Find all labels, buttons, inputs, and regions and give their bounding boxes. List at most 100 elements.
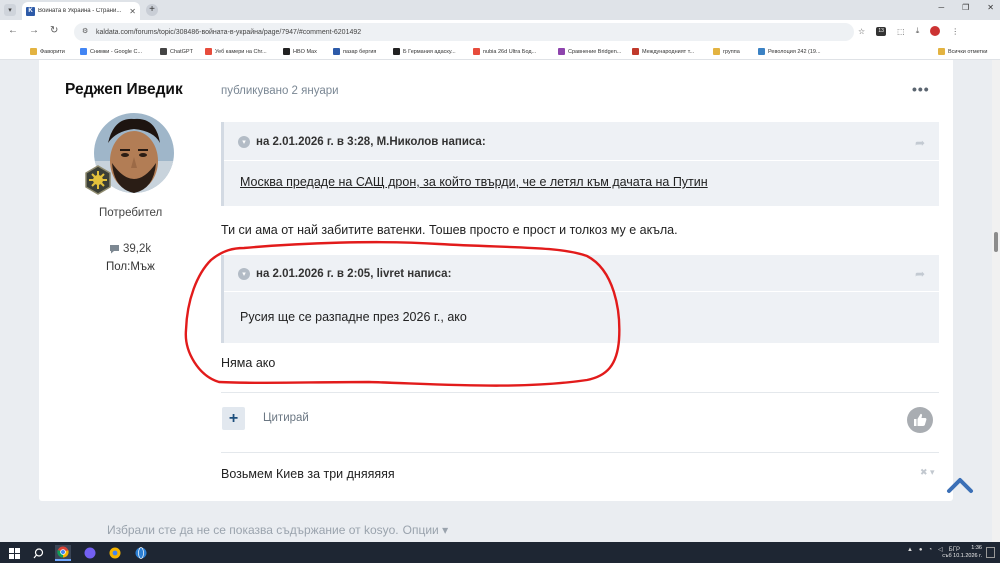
bookmark-label: Револоция 242 (19...: [768, 48, 821, 55]
bookmark-favicon-icon: [205, 48, 212, 55]
quote-header[interactable]: ▾ на 2.01.2026 г. в 2:05, livret написа:: [238, 265, 451, 283]
url-text: kaldata.com/forums/topic/308486-войната-…: [96, 28, 362, 36]
window-controls: ─ ❐ ✕: [938, 3, 994, 12]
site-favicon-icon: K: [26, 6, 35, 16]
bookmark-label: Уеб камери на Chr...: [215, 48, 267, 55]
bookmark-item[interactable]: пазар бергия: [333, 48, 376, 55]
bookmark-favicon-icon: [758, 48, 765, 55]
post-count[interactable]: 39,2k: [109, 243, 151, 255]
multiquote-button[interactable]: +: [222, 407, 245, 430]
bookmark-item[interactable]: Фаворити: [30, 48, 65, 55]
reload-icon[interactable]: ↻: [50, 25, 58, 36]
tab-search-icon[interactable]: ▾: [4, 4, 16, 16]
post-date[interactable]: публикувано 2 януари: [221, 85, 339, 97]
maximize-icon[interactable]: ❐: [962, 3, 969, 12]
notifications-icon[interactable]: [986, 547, 995, 558]
viber-app-icon[interactable]: [82, 545, 98, 561]
bookmark-item[interactable]: Снимки - Google С...: [80, 48, 142, 55]
more-options-icon[interactable]: •••: [912, 81, 930, 97]
signature-hide-icon[interactable]: ✖ ▾: [920, 467, 935, 478]
post-count-value: 39,2k: [123, 243, 152, 255]
bookmark-item[interactable]: группа: [713, 48, 740, 55]
bookmark-label: Фаворити: [40, 48, 65, 55]
bookmark-item[interactable]: nubia 26d Ultra Бод...: [473, 48, 536, 55]
quote-link[interactable]: Москва предаде на САЩ дрон, за който твъ…: [240, 175, 708, 189]
bookmark-label: группа: [723, 48, 740, 55]
bookmark-item[interactable]: Револоция 242 (19...: [758, 48, 821, 55]
quote-citation: на 2.01.2026 г. в 2:05, livret написа:: [256, 268, 452, 280]
chrome-app-icon[interactable]: [55, 545, 71, 561]
chevron-down-icon[interactable]: ▾: [238, 136, 250, 148]
quote-citation: на 2.01.2026 г. в 3:28, М.Николов написа…: [256, 136, 486, 148]
bookmark-favicon-icon: [160, 48, 167, 55]
extensions-icon[interactable]: ⬚: [897, 27, 905, 36]
back-to-top-icon[interactable]: [946, 475, 974, 495]
bookmark-item[interactable]: Б Германия адаску...: [393, 48, 456, 55]
bookmark-label: Снимки - Google С...: [90, 48, 143, 55]
share-arrow-icon[interactable]: ➦: [915, 136, 925, 150]
quote-block: ▾ на 2.01.2026 г. в 2:05, livret написа:…: [221, 255, 939, 343]
bookmark-favicon-icon: [283, 48, 290, 55]
profile-avatar-icon[interactable]: [930, 26, 941, 36]
bookmark-item[interactable]: HBO Max: [283, 48, 317, 55]
bookmark-favicon-icon: [558, 48, 565, 55]
bookmark-item[interactable]: Международният т...: [632, 48, 694, 55]
minimize-icon[interactable]: ─: [938, 3, 944, 12]
bookmark-label: Всички отметки: [948, 48, 988, 55]
bookmark-favicon-icon: [30, 48, 37, 55]
bookmark-label: HBO Max: [293, 48, 317, 55]
scrollbar-thumb[interactable]: [994, 232, 998, 252]
close-window-icon[interactable]: ✕: [987, 3, 994, 12]
search-icon[interactable]: [30, 545, 46, 561]
user-gender: Пол:Мъж: [106, 261, 155, 273]
new-tab-button[interactable]: +: [146, 4, 158, 16]
rank-badge-icon: [83, 165, 113, 195]
forum-page: Реджеп Иведик Потребител 39,2k Пол:Мъж п…: [0, 60, 1000, 542]
menu-icon[interactable]: ⋮: [951, 27, 959, 36]
quote-header[interactable]: ▾ на 2.01.2026 г. в 3:28, М.Николов напи…: [238, 133, 486, 151]
bookmark-favicon-icon: [333, 48, 340, 55]
browser-tab-bar: ▾ K Войната в Украйна - Страни... ✕ + ─ …: [0, 0, 1000, 20]
comment-icon: [110, 245, 119, 254]
chevron-up-icon[interactable]: ▲: [907, 547, 913, 553]
wifi-icon[interactable]: ◔: [929, 547, 933, 553]
back-arrow-icon[interactable]: ←: [8, 25, 18, 36]
globe-app-icon[interactable]: [133, 545, 149, 561]
address-bar[interactable]: ⚙ kaldata.com/forums/topic/308486-войнат…: [74, 23, 854, 41]
bookmark-label: ChatGPT: [170, 48, 193, 55]
extension-badge-icon[interactable]: 13: [876, 26, 887, 36]
bookmark-item[interactable]: Всички отметки: [938, 48, 987, 55]
toolbar-icons: ☆ 13 ⬚ ⤓ ⋮: [858, 26, 959, 36]
browser-tab-active[interactable]: K Войната в Украйна - Страни... ✕: [22, 2, 140, 20]
tab-title: Войната в Украйна - Страни...: [38, 8, 122, 14]
bookmark-item[interactable]: ChatGPT: [160, 48, 193, 55]
reply-text: Ти си ама от най забитите ватенки. Тошев…: [221, 223, 678, 237]
forum-post: Реджеп Иведик Потребител 39,2k Пол:Мъж п…: [39, 60, 953, 501]
clock[interactable]: 1:36 съб 10.1.2026 г.: [942, 544, 982, 560]
notice-options-link[interactable]: Опции ▾: [403, 523, 448, 537]
bookmark-item[interactable]: Уеб камери на Chr...: [205, 48, 267, 55]
windows-start-icon[interactable]: [6, 545, 22, 561]
tab-close-icon[interactable]: ✕: [129, 7, 140, 16]
author-name[interactable]: Реджеп Иведик: [65, 81, 183, 99]
site-info-icon[interactable]: ⚙: [82, 27, 88, 35]
bookmark-label: Международният т...: [642, 48, 695, 55]
bookmark-item[interactable]: Сравнение Bridgen...: [558, 48, 621, 55]
bookmark-favicon-icon: [473, 48, 480, 55]
bookmark-label: nubia 26d Ultra Бод...: [483, 48, 537, 55]
quote-block: ▾ на 2.01.2026 г. в 3:28, М.Николов напи…: [221, 122, 939, 206]
bookmark-favicon-icon: [938, 48, 945, 55]
chrome-profile-app-icon[interactable]: [107, 545, 123, 561]
bookmarks-bar: Фаворити Снимки - Google С... ChatGPT Уеб к…: [0, 44, 1000, 60]
forward-arrow-icon[interactable]: →: [29, 25, 39, 36]
chevron-down-icon[interactable]: ▾: [238, 268, 250, 280]
like-button[interactable]: [907, 407, 933, 433]
signature-divider: [221, 452, 939, 453]
viber-tray-icon[interactable]: ●: [919, 547, 923, 553]
quote-divider: [224, 291, 939, 292]
star-icon[interactable]: ☆: [858, 27, 865, 36]
page-scrollbar[interactable]: [992, 60, 1000, 542]
quote-button[interactable]: Цитирай: [263, 412, 309, 424]
share-arrow-icon[interactable]: ➦: [915, 267, 925, 281]
download-icon[interactable]: ⤓: [916, 26, 920, 36]
